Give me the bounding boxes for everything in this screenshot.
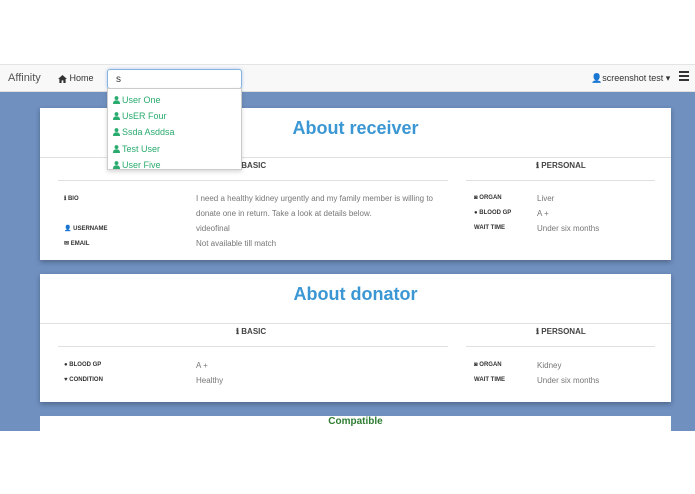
- condition-value: Healthy: [196, 376, 224, 385]
- home-link[interactable]: Home: [58, 73, 94, 83]
- username-value: videofinal: [196, 224, 230, 233]
- wait-value: Under six months: [537, 224, 600, 233]
- donator-title-divider: [40, 323, 671, 324]
- user-name: screenshot test: [602, 73, 664, 83]
- donor-organ-key: ◙ ORGAN: [474, 362, 502, 368]
- user-icon: [113, 144, 120, 153]
- receiver-personal-heading: ℹ PERSONAL: [536, 161, 586, 170]
- organ-value: Liver: [537, 194, 555, 203]
- suggestion-item[interactable]: Test User: [108, 141, 241, 157]
- search-suggestions: User One UsER Four Ssda Asddsa Test User…: [107, 88, 242, 170]
- donator-personal-heading: ℹ PERSONAL: [536, 327, 586, 336]
- user-menu[interactable]: 👤screenshot test ▾: [591, 73, 670, 84]
- donator-personal-label: PERSONAL: [541, 327, 586, 336]
- blood-key: ● BLOOD GP: [474, 210, 512, 216]
- user-icon: [113, 128, 120, 137]
- user-icon: [113, 96, 120, 104]
- wait-key: WAIT TIME: [474, 225, 505, 231]
- user-icon: 👤: [64, 226, 74, 232]
- donor-wait-key: WAIT TIME: [474, 377, 505, 383]
- receiver-personal-label: PERSONAL: [541, 161, 586, 170]
- donator-basic-heading: ℹ BASIC: [236, 327, 266, 336]
- compatible-label: Compatible: [328, 416, 383, 427]
- suggestion-item[interactable]: UsER Four: [108, 108, 241, 124]
- user-icon: [113, 160, 120, 169]
- email-value: Not available till match: [196, 239, 277, 248]
- email-key: ✉ EMAIL: [64, 241, 90, 247]
- home-icon: [58, 74, 67, 83]
- blood-value: A +: [537, 209, 549, 218]
- info-icon: ℹ: [536, 327, 540, 336]
- suggestion-item[interactable]: User Five: [108, 157, 241, 173]
- search-input[interactable]: [107, 69, 242, 89]
- compatible-card: Compatible: [40, 416, 671, 431]
- donator-title: About donator: [293, 284, 418, 304]
- envelope-icon: ✉: [64, 241, 71, 247]
- user-icon: 👤: [591, 73, 603, 83]
- page-background: 15 About receiver ℹ BASIC ℹ PERSONAL ℹ B…: [0, 64, 695, 431]
- organ-key: ◙ ORGAN: [474, 195, 502, 201]
- donor-blood-key: ● BLOOD GP: [64, 362, 102, 368]
- info-icon: ℹ: [236, 327, 240, 336]
- donor-blood-value: A +: [196, 361, 208, 370]
- donator-personal-divider: [466, 346, 655, 347]
- bio-value: I need a healthy kidney urgently and my …: [196, 194, 433, 218]
- donator-basic-divider: [58, 346, 448, 347]
- home-label: Home: [69, 73, 94, 83]
- bio-key: ℹ BIO: [64, 196, 79, 202]
- username-key: 👤 USERNAME: [64, 226, 108, 232]
- caret-down-icon: ▾: [665, 73, 671, 83]
- donor-organ-value: Kidney: [537, 361, 562, 370]
- donator-card: About donator ℹ BASIC ℹ PERSONAL ● BLOOD…: [40, 274, 671, 402]
- donor-wait-value: Under six months: [537, 376, 600, 385]
- user-icon: [113, 112, 120, 121]
- condition-key: ♥ CONDITION: [64, 377, 103, 383]
- info-icon: ℹ: [536, 161, 540, 170]
- donator-basic-label: BASIC: [241, 327, 267, 336]
- receiver-basic-label: BASIC: [241, 161, 267, 170]
- navbar: Affinity Home 👤screenshot test ▾: [0, 64, 695, 92]
- receiver-personal-divider: [466, 180, 655, 181]
- receiver-basic-divider: [58, 180, 448, 181]
- hamburger-menu-icon[interactable]: [679, 71, 689, 83]
- suggestion-item[interactable]: User One: [108, 92, 241, 108]
- suggestion-item[interactable]: Ssda Asddsa: [108, 124, 241, 140]
- brand-logo[interactable]: Affinity: [8, 72, 41, 84]
